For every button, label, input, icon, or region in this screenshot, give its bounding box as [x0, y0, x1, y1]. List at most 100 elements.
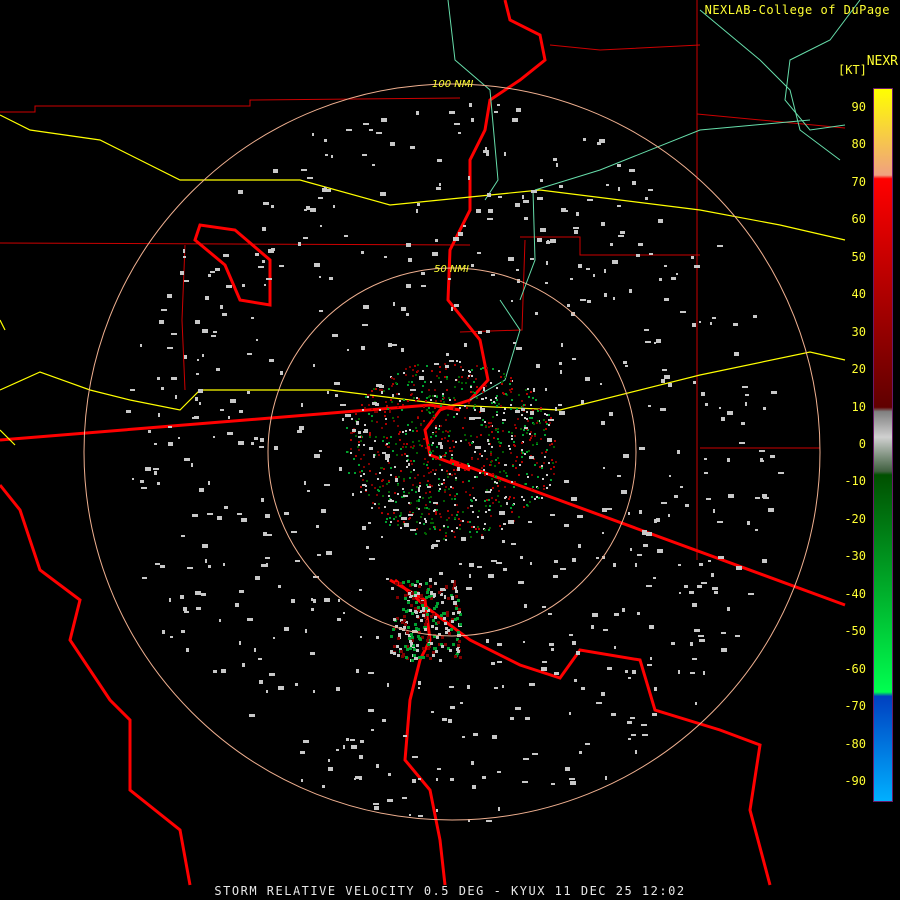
echo-pixel — [649, 253, 653, 255]
echo-pixel — [223, 254, 229, 257]
echo-pixel — [502, 419, 504, 421]
echo-pixel — [213, 331, 217, 333]
echo-pixel — [486, 153, 489, 156]
echo-pixel — [456, 413, 458, 415]
echo-pixel — [397, 403, 399, 405]
echo-pixel — [346, 129, 352, 131]
echo-pixel — [372, 164, 375, 166]
echo-pixel — [386, 437, 388, 439]
echo-pixel — [585, 743, 590, 745]
echo-pixel — [205, 559, 207, 563]
echo-pixel — [717, 521, 723, 523]
echo-pixel — [701, 392, 705, 396]
echo-pixel — [398, 393, 400, 395]
echo-pixel — [386, 518, 388, 520]
echo-pixel — [432, 252, 438, 256]
echo-pixel — [372, 396, 374, 398]
echo-pixel — [363, 305, 369, 309]
echo-pixel — [516, 108, 521, 112]
echo-pixel — [391, 401, 393, 403]
echo-pixel — [712, 317, 716, 319]
echo-pixel — [304, 481, 306, 485]
echo-pixel — [402, 581, 405, 584]
echo-pixel — [553, 575, 558, 578]
echo-pixel — [569, 712, 571, 715]
echo-pixel — [401, 621, 404, 624]
echo-pixel — [368, 404, 370, 406]
echo-pixel — [371, 484, 373, 486]
echo-pixel — [513, 497, 515, 499]
echo-pixel — [486, 458, 488, 460]
echo-pixel — [360, 636, 362, 638]
echo-pixel — [400, 470, 402, 472]
echo-pixel — [487, 193, 491, 197]
echo-pixel — [399, 431, 401, 433]
echo-pixel — [555, 461, 557, 463]
echo-pixel — [439, 483, 441, 485]
echo-pixel — [527, 388, 529, 390]
echo-pixel — [472, 511, 474, 513]
echo-pixel — [474, 392, 476, 394]
echo-pixel — [453, 416, 455, 418]
echo-pixel — [434, 582, 437, 585]
echo-pixel — [407, 400, 409, 402]
echo-pixel — [438, 591, 441, 594]
echo-pixel — [412, 597, 415, 600]
echo-pixel — [393, 518, 395, 520]
echo-pixel — [262, 260, 265, 263]
echo-pixel — [463, 225, 466, 227]
echo-pixel — [161, 309, 167, 311]
echo-pixel — [433, 415, 435, 417]
echo-pixel — [762, 559, 767, 563]
echo-pixel — [649, 625, 654, 629]
echo-pixel — [361, 346, 365, 350]
echo-pixel — [570, 278, 573, 280]
echo-pixel — [491, 662, 495, 665]
echo-pixel — [745, 394, 749, 396]
echo-pixel — [406, 443, 408, 445]
echo-pixel — [355, 435, 357, 437]
echo-pixel — [171, 333, 177, 335]
echo-pixel — [440, 614, 443, 617]
echo-pixel — [420, 516, 422, 518]
echo-pixel — [642, 532, 648, 535]
echo-pixel — [449, 111, 455, 114]
echo-pixel — [395, 501, 397, 503]
echo-pixel — [351, 418, 353, 420]
echo-pixel — [603, 467, 605, 469]
echo-pixel — [491, 431, 493, 433]
echo-pixel — [664, 265, 667, 267]
echo-pixel — [365, 489, 367, 491]
echo-pixel — [680, 486, 683, 488]
echo-pixel — [181, 630, 185, 633]
echo-pixel — [395, 443, 397, 445]
echo-pixel — [473, 407, 475, 409]
echo-pixel — [448, 278, 451, 280]
echo-pixel — [428, 407, 430, 409]
echo-pixel — [403, 480, 405, 482]
echo-pixel — [418, 656, 421, 659]
echo-pixel — [559, 185, 563, 188]
echo-pixel — [512, 504, 514, 506]
echo-pixel — [476, 386, 478, 388]
echo-pixel — [550, 514, 555, 516]
echo-pixel — [694, 629, 700, 632]
echo-pixel — [461, 376, 463, 378]
echo-pixel — [545, 421, 547, 423]
echo-pixel — [458, 381, 460, 383]
echo-pixel — [637, 554, 642, 556]
echo-pixel — [449, 360, 454, 362]
echo-pixel — [632, 670, 636, 674]
echo-pixel — [385, 457, 389, 460]
echo-pixel — [195, 591, 201, 595]
echo-pixel — [385, 521, 387, 523]
echo-pixel — [381, 536, 383, 538]
echo-pixel — [630, 717, 635, 719]
echo-pixel — [278, 585, 281, 588]
echo-pixel — [515, 707, 521, 710]
echo-pixel — [461, 537, 466, 541]
echo-pixel — [554, 560, 558, 563]
echo-pixel — [405, 374, 407, 376]
echo-pixel — [532, 486, 534, 488]
echo-pixel — [458, 518, 460, 520]
